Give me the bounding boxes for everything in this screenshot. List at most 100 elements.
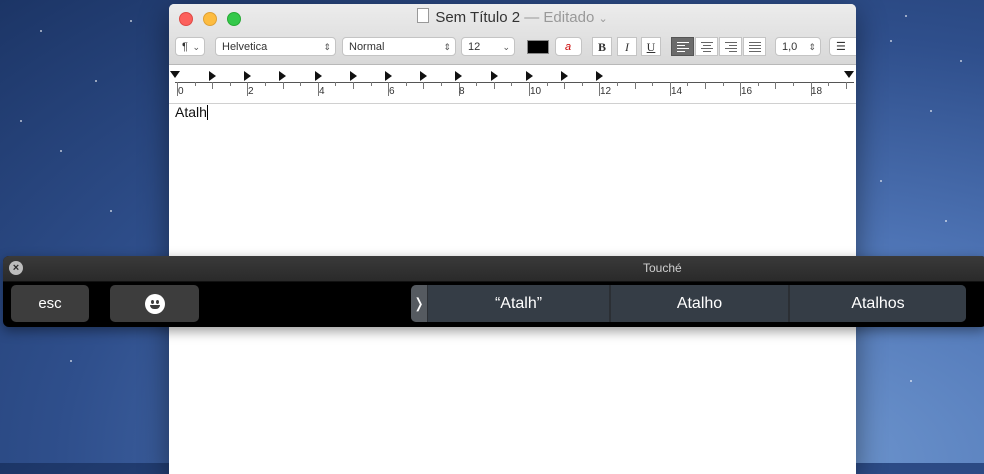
document-text-area[interactable]: Atalh: [175, 104, 208, 120]
expand-suggestions-icon[interactable]: ❭: [411, 285, 427, 322]
tab-stop-marker[interactable]: [596, 71, 604, 81]
ruler-label: 18: [811, 86, 823, 97]
tab-stop-marker[interactable]: [385, 71, 392, 81]
ruler-tick: [793, 82, 794, 86]
line-spacing-value: 1,0: [782, 41, 798, 53]
align-right-icon: [725, 42, 737, 54]
tab-stop-marker[interactable]: [244, 71, 252, 81]
edited-label: — Editado: [524, 9, 595, 26]
ruler-tick: [722, 82, 724, 86]
line-spacing-popup[interactable]: 1,0 ⇕: [775, 37, 821, 56]
textedit-window: Sem Título 2 — Editado ⌄ ¶ ⌄ Helvetica ⇕…: [169, 4, 856, 474]
chevron-down-icon: ⌄: [502, 42, 510, 52]
ruler-tick: [229, 82, 231, 86]
ruler-label: 12: [600, 86, 612, 97]
ruler-tick: [405, 82, 407, 86]
ruler-tick: [423, 82, 425, 89]
ruler-tick: [212, 82, 214, 89]
ruler-label: 6: [389, 86, 395, 97]
smiley-icon: [144, 294, 165, 315]
format-toolbar: ¶ ⌄ Helvetica ⇕ Normal ⇕ 12 ⌄ a B I U 1,…: [169, 37, 856, 59]
text-caret: [206, 105, 208, 120]
list-bullets-button[interactable]: ☰: [829, 37, 856, 56]
tab-stop-marker[interactable]: [525, 71, 533, 81]
tab-stop-marker[interactable]: [420, 71, 428, 81]
tab-stop-marker[interactable]: [455, 71, 463, 81]
ruler-tick: [757, 82, 759, 86]
suggestion-item[interactable]: Atalhos: [790, 285, 966, 322]
font-family-popup[interactable]: Helvetica ⇕: [215, 37, 336, 56]
paragraph-style-popup[interactable]: ¶ ⌄: [175, 37, 205, 56]
tab-stop-marker[interactable]: [209, 71, 216, 81]
ruler-tick: [370, 82, 372, 86]
ruler-tick: [775, 82, 777, 89]
ruler-tick: [511, 82, 513, 86]
touche-title-bar: × Touché: [3, 256, 984, 282]
title-bar: Sem Título 2 — Editado ⌄ ¶ ⌄ Helvetica ⇕…: [169, 4, 856, 65]
ruler-tick: [493, 82, 495, 89]
highlight-color-well[interactable]: a: [555, 37, 582, 56]
ruler-label: 10: [530, 86, 542, 97]
window-title[interactable]: Sem Título 2 — Editado ⌄: [169, 8, 856, 26]
ruler[interactable]: 0 2 4 6 8 10 12 14 16 18: [169, 65, 856, 104]
tab-stop-marker[interactable]: [314, 71, 322, 81]
tab-stop-marker[interactable]: [561, 71, 568, 81]
font-style-popup[interactable]: Normal ⇕: [342, 37, 456, 56]
chevron-down-icon[interactable]: ⌄: [598, 13, 607, 25]
ruler-tick: [634, 82, 636, 89]
ruler-label: 14: [671, 86, 683, 97]
align-left-icon: [677, 42, 689, 54]
ruler-label: 0: [178, 86, 184, 97]
ruler-tick: [441, 82, 442, 86]
ruler-tick: [705, 82, 706, 89]
document-text: Atalh: [175, 104, 207, 120]
ruler-tick: [282, 82, 284, 89]
tab-stop-marker[interactable]: [490, 71, 498, 81]
align-center-icon: [701, 42, 713, 54]
text-color-well[interactable]: [527, 40, 549, 54]
ruler-tick: [617, 82, 618, 86]
list-icon: ☰: [836, 41, 846, 53]
align-center-button[interactable]: [695, 37, 718, 56]
ruler-tick: [353, 82, 354, 89]
ruler-tick: [335, 82, 337, 86]
align-justify-icon: [749, 42, 761, 54]
suggestion-item[interactable]: Atalho: [611, 285, 788, 322]
font-size-value: 12: [468, 41, 481, 53]
align-left-button[interactable]: [671, 37, 694, 56]
first-line-indent-marker[interactable]: [170, 71, 180, 78]
ruler-tick: [546, 82, 548, 86]
typing-suggestions: ❭ “Atalh” Atalho Atalhos: [411, 285, 966, 322]
ruler-label: 4: [319, 86, 325, 97]
paragraph-icon: ¶: [182, 41, 188, 53]
touche-title: Touché: [643, 261, 682, 275]
align-justify-button[interactable]: [743, 37, 766, 56]
right-indent-marker[interactable]: [844, 71, 854, 78]
ruler-tick: [687, 82, 689, 86]
font-family-value: Helvetica: [222, 41, 268, 53]
ruler-label: 16: [741, 86, 753, 97]
ruler-baseline: [175, 82, 854, 83]
bold-button[interactable]: B: [592, 37, 612, 56]
emoji-button[interactable]: [110, 285, 199, 322]
esc-button[interactable]: esc: [11, 285, 89, 322]
tab-stop-marker[interactable]: [279, 71, 287, 81]
stepper-arrows-icon: ⇕: [808, 42, 816, 52]
window-title-text: Sem Título 2: [435, 9, 521, 26]
underline-button[interactable]: U: [641, 37, 661, 56]
ruler-label: 8: [459, 86, 465, 97]
close-icon[interactable]: ×: [9, 261, 23, 275]
font-style-value: Normal: [349, 41, 385, 53]
ruler-tick: [300, 82, 302, 86]
italic-button[interactable]: I: [617, 37, 637, 56]
ruler-tick: [828, 82, 830, 86]
suggestion-item[interactable]: “Atalh”: [428, 285, 609, 322]
font-size-combo[interactable]: 12 ⌄: [461, 37, 515, 56]
align-right-button[interactable]: [719, 37, 742, 56]
stepper-arrows-icon: ⇕: [443, 42, 451, 52]
highlight-icon: a: [565, 41, 572, 53]
ruler-tick: [265, 82, 266, 86]
stepper-arrows-icon: ⇕: [323, 42, 331, 52]
ruler-tick: [476, 82, 478, 86]
tab-stop-marker[interactable]: [349, 71, 357, 81]
